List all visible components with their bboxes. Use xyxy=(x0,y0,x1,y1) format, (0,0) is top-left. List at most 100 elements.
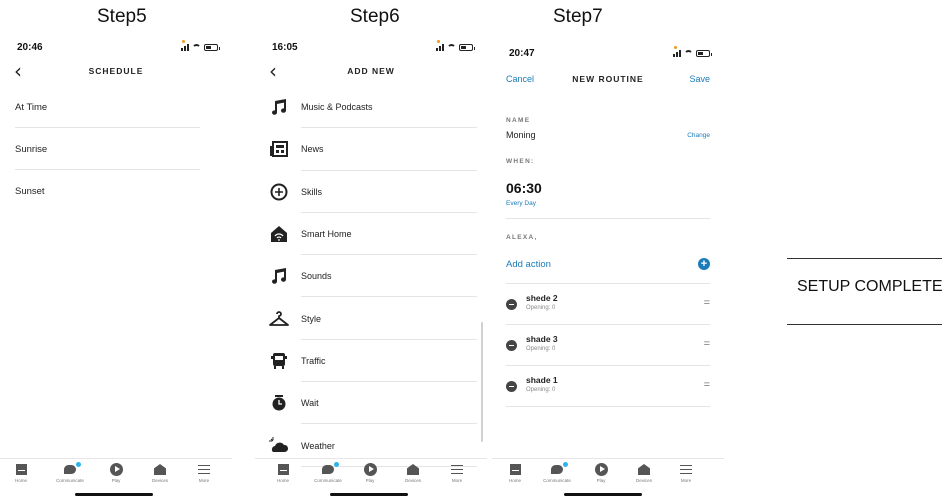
tab-communicate[interactable]: Communicate xyxy=(50,462,90,483)
wifi-icon xyxy=(192,43,201,51)
mic-indicator-icon xyxy=(437,40,440,43)
tab-play[interactable]: Play xyxy=(96,462,136,483)
action-item[interactable]: shede 2 Opening: 0 = xyxy=(492,284,724,325)
tab-more[interactable]: More xyxy=(184,462,224,483)
drag-handle-icon[interactable]: = xyxy=(704,297,710,309)
list-item-music-podcasts[interactable]: Music & Podcasts xyxy=(255,86,487,129)
tab-home[interactable]: Home xyxy=(1,462,41,483)
list-item-sunset[interactable]: Sunset xyxy=(0,170,232,212)
tab-devices-label: Devices xyxy=(635,478,652,483)
tab-home[interactable]: Home xyxy=(263,462,303,483)
drag-handle-icon[interactable]: = xyxy=(704,338,710,350)
list-item-label: Smart Home xyxy=(301,229,352,240)
page-title: SCHEDULE xyxy=(88,66,144,76)
when-section-label: WHEN: xyxy=(506,158,535,165)
notification-dot-icon xyxy=(334,462,339,467)
devices-icon xyxy=(638,464,650,475)
home-indicator[interactable] xyxy=(564,493,642,496)
save-button[interactable]: Save xyxy=(689,74,710,84)
setup-complete-banner: SETUP COMPLETE xyxy=(787,258,942,325)
add-new-list: Music & Podcasts News Skills Smart Home … xyxy=(255,86,487,467)
home-icon xyxy=(509,464,521,475)
play-icon xyxy=(363,463,377,476)
tab-bar: Home Communicate Play Devices More xyxy=(492,458,724,486)
home-icon xyxy=(15,464,27,475)
list-item-label: Wait xyxy=(301,398,319,409)
list-item-sunrise[interactable]: Sunrise xyxy=(0,128,232,170)
tab-communicate-label: Communicate xyxy=(543,478,571,483)
when-repeat[interactable]: Every Day xyxy=(506,200,536,207)
tab-devices[interactable]: Devices xyxy=(140,462,180,483)
tab-home-label: Home xyxy=(14,478,27,483)
play-icon xyxy=(594,463,608,476)
tab-more[interactable]: More xyxy=(666,462,706,483)
tab-play-label: Play xyxy=(111,478,121,483)
status-icons xyxy=(673,46,712,57)
home-indicator[interactable] xyxy=(330,493,408,496)
tab-play[interactable]: Play xyxy=(581,462,621,483)
schedule-screen: 20:46 ‹ SCHEDULE At Time Sunrise Sunset … xyxy=(0,34,232,502)
tab-communicate-label: Communicate xyxy=(314,478,342,483)
remove-action-icon[interactable] xyxy=(506,381,517,392)
list-item-at-time[interactable]: At Time xyxy=(0,86,232,128)
scrollbar[interactable] xyxy=(481,322,483,442)
name-section-label: NAME xyxy=(506,117,531,124)
battery-icon xyxy=(696,49,712,57)
smart-home-icon xyxy=(269,224,289,244)
list-item-skills[interactable]: Skills xyxy=(255,171,487,214)
remove-action-icon[interactable] xyxy=(506,340,517,351)
add-action-plus-icon[interactable]: + xyxy=(698,258,710,270)
change-name-link[interactable]: Change xyxy=(687,132,710,139)
remove-action-icon[interactable] xyxy=(506,299,517,310)
status-bar: 16:05 xyxy=(255,38,487,60)
list-item-sounds[interactable]: Sounds xyxy=(255,255,487,298)
step5-title: Step5 xyxy=(97,6,147,27)
battery-icon xyxy=(459,43,475,51)
action-status: Opening: 0 xyxy=(526,305,556,311)
list-item-label: Style xyxy=(301,313,322,324)
list-item-smart-home[interactable]: Smart Home xyxy=(255,213,487,256)
tab-more-label: More xyxy=(198,478,210,483)
status-icons xyxy=(436,40,475,51)
wifi-icon xyxy=(684,49,693,57)
status-time: 16:05 xyxy=(272,42,298,53)
tab-play-label: Play xyxy=(596,478,606,483)
tab-communicate[interactable]: Communicate xyxy=(537,462,577,483)
tab-play[interactable]: Play xyxy=(350,462,390,483)
chat-icon xyxy=(551,465,563,474)
list-item-news[interactable]: News xyxy=(255,128,487,171)
action-item[interactable]: shade 3 Opening: 0 = xyxy=(492,325,724,366)
list-item-label: Music & Podcasts xyxy=(301,102,373,113)
tab-communicate[interactable]: Communicate xyxy=(308,462,348,483)
tab-more[interactable]: More xyxy=(437,462,477,483)
chat-icon xyxy=(64,465,76,474)
list-item-traffic[interactable]: Traffic xyxy=(255,340,487,383)
tab-devices[interactable]: Devices xyxy=(393,462,433,483)
drag-handle-icon[interactable]: = xyxy=(704,379,710,391)
routine-name[interactable]: Moning xyxy=(506,130,536,140)
list-item-wait[interactable]: Wait xyxy=(255,382,487,425)
nav-bar: Cancel NEW ROUTINE Save xyxy=(492,68,724,94)
add-action-link[interactable]: Add action xyxy=(506,259,551,270)
when-time[interactable]: 06:30 xyxy=(506,180,542,196)
devices-icon xyxy=(154,464,166,475)
skills-icon xyxy=(269,182,289,202)
chat-icon xyxy=(322,465,334,474)
menu-icon xyxy=(451,465,463,474)
list-item-style[interactable]: Style xyxy=(255,297,487,341)
home-indicator[interactable] xyxy=(75,493,153,496)
notification-dot-icon xyxy=(563,462,568,467)
alarm-clock-icon xyxy=(269,393,289,413)
mic-indicator-icon xyxy=(182,40,185,43)
tab-more-label: More xyxy=(451,478,463,483)
menu-icon xyxy=(680,465,692,474)
nav-bar: ‹ SCHEDULE xyxy=(0,60,232,86)
wifi-icon xyxy=(447,43,456,51)
hanger-icon xyxy=(269,309,289,329)
tab-home[interactable]: Home xyxy=(495,462,535,483)
action-item[interactable]: shade 1 Opening: 0 = xyxy=(492,366,724,407)
weather-icon xyxy=(269,436,289,456)
list-item-label: Weather xyxy=(301,440,335,451)
tab-devices[interactable]: Devices xyxy=(624,462,664,483)
signal-icon xyxy=(181,43,189,51)
